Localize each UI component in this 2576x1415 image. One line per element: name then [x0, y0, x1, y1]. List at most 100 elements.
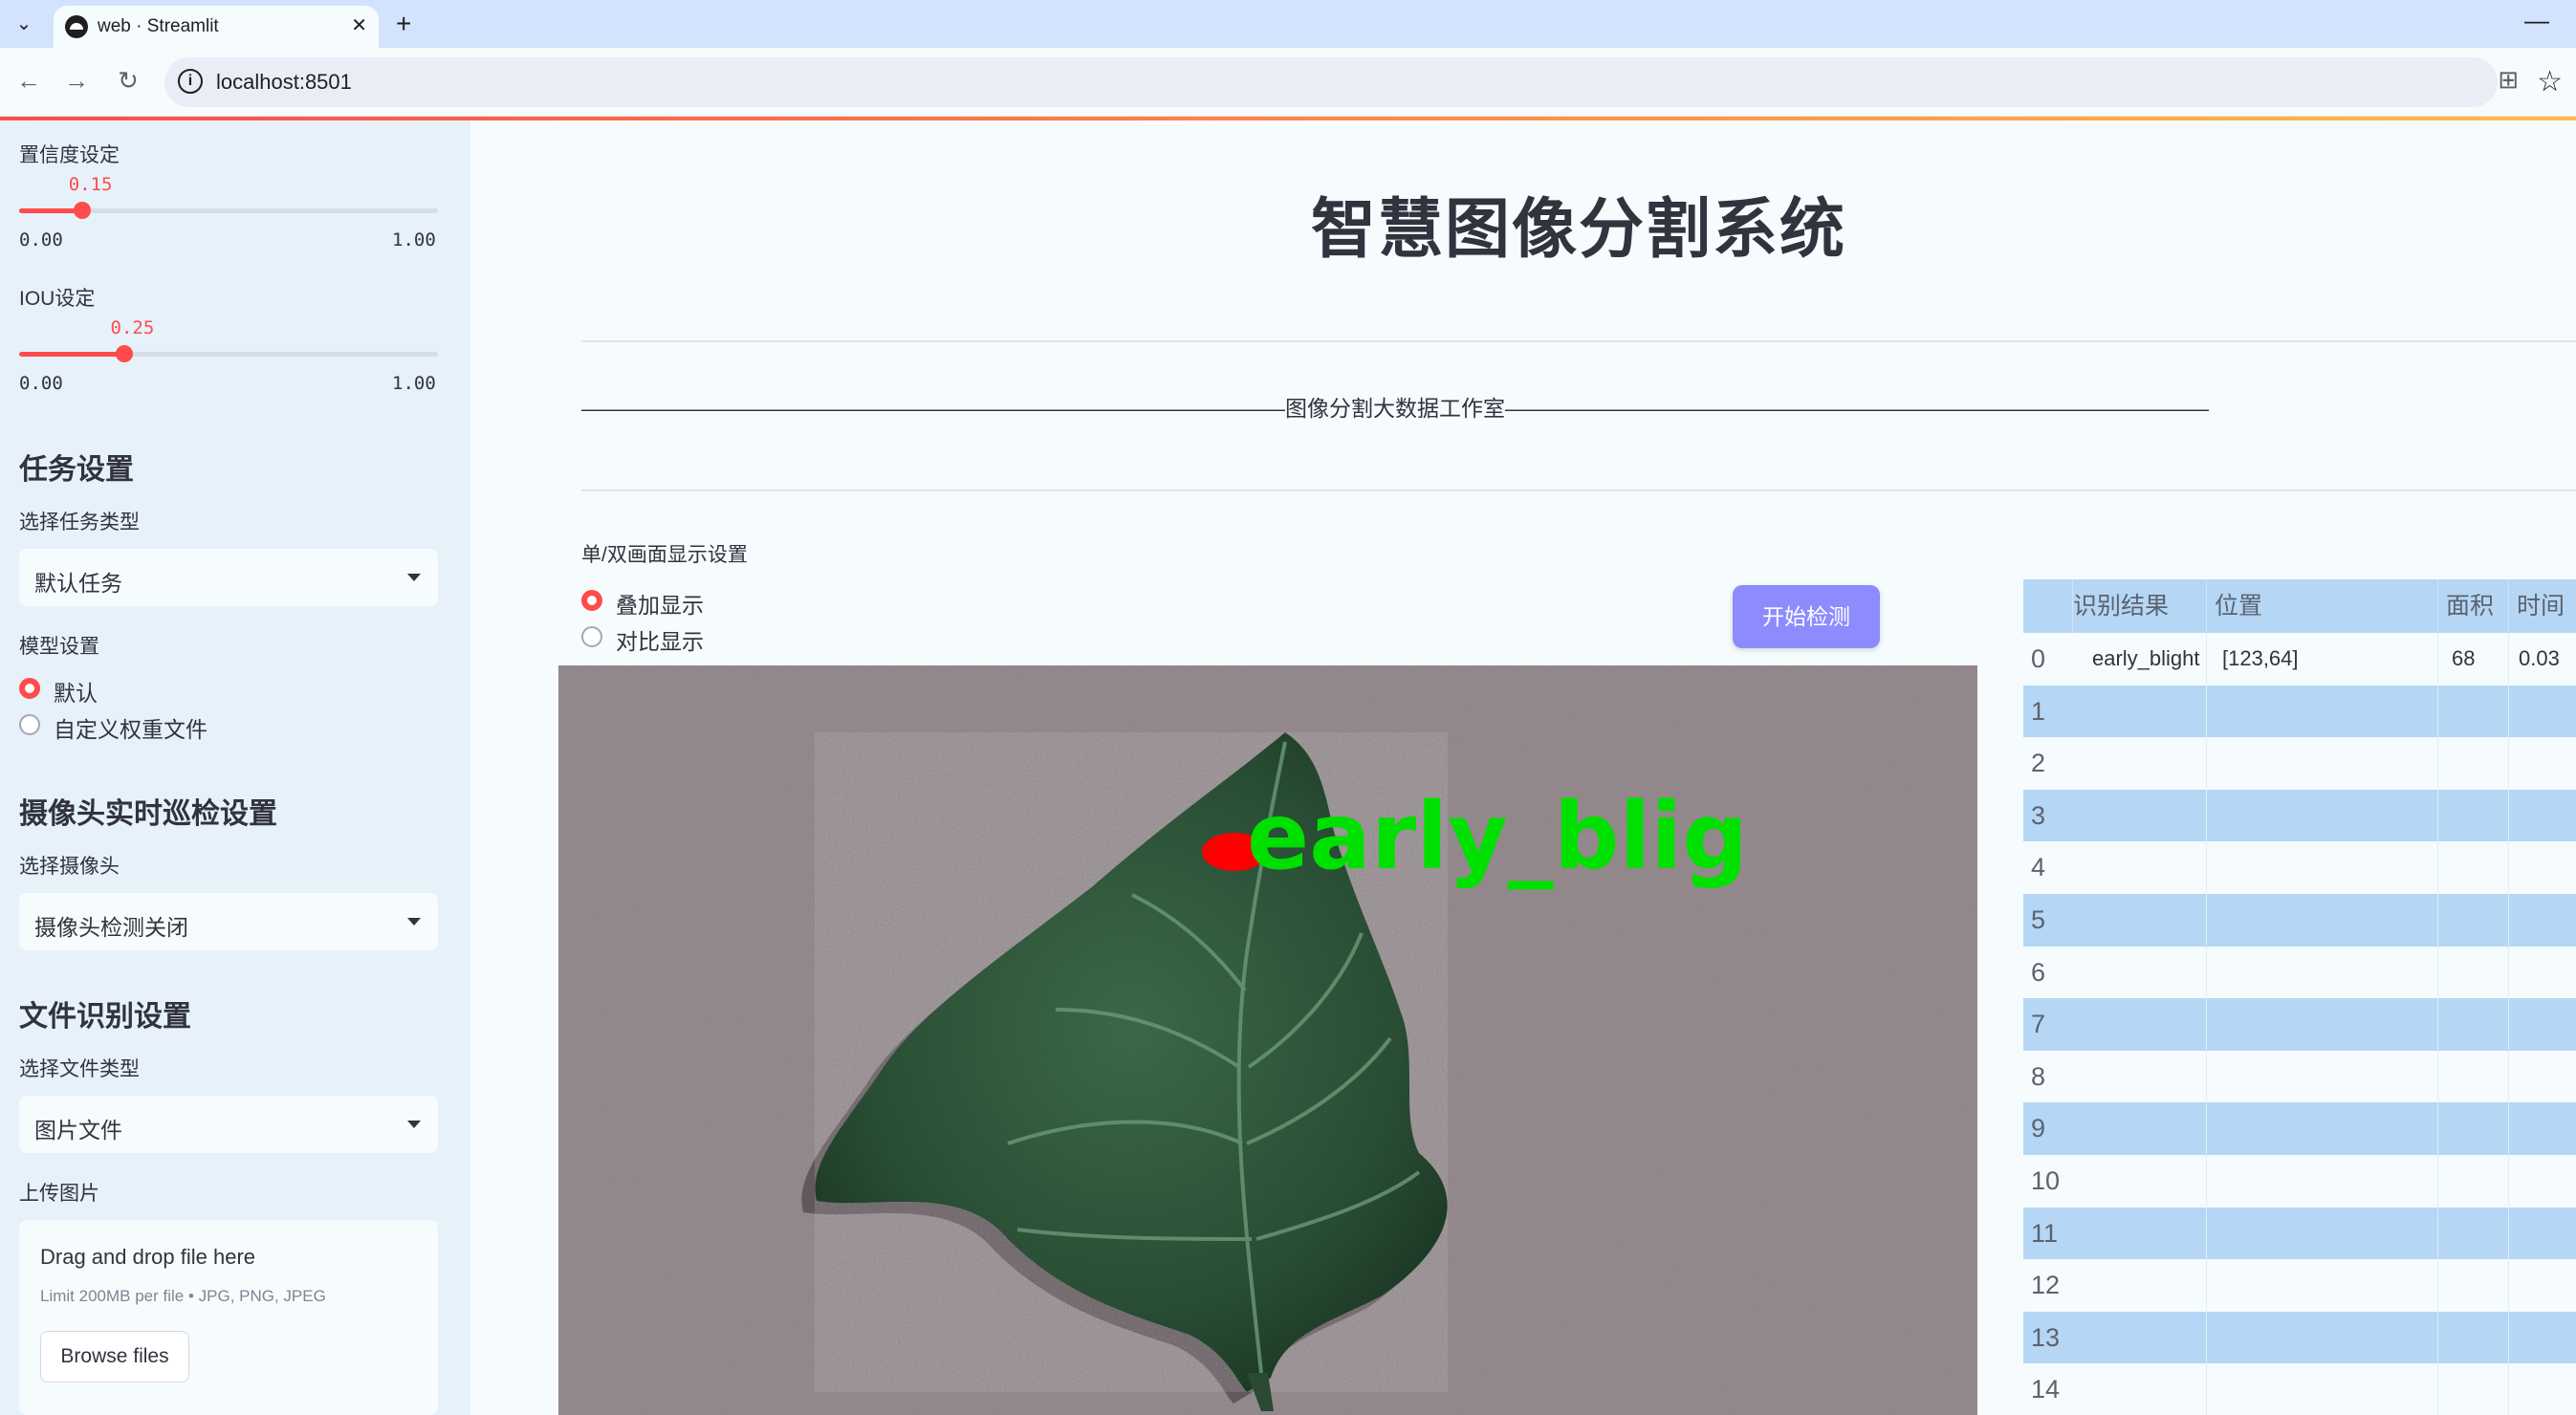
radio-unselected-icon[interactable] — [19, 714, 40, 735]
table-row[interactable]: 11 — [2023, 1207, 2576, 1260]
table-cell-time — [2509, 1208, 2576, 1259]
tab-title: web · Streamlit — [98, 16, 219, 36]
url-text[interactable]: localhost:8501 — [216, 70, 352, 95]
table-cell-area — [2438, 1207, 2509, 1259]
table-row[interactable]: 10 — [2023, 1155, 2576, 1208]
iou-min: 0.00 — [19, 373, 63, 394]
table-row[interactable]: 9 — [2023, 1102, 2576, 1155]
table-cell-result — [2073, 894, 2207, 946]
leaf-image: early_blig — [558, 665, 1977, 1415]
iou-max: 1.00 — [392, 373, 436, 394]
table-row[interactable]: 5 — [2023, 894, 2576, 947]
column-header-position[interactable]: 位置 — [2207, 579, 2438, 633]
browser-toolbar: ← → ↻ i localhost:8501 ⊞ ☆ — [0, 48, 2576, 117]
table-row[interactable]: 7 — [2023, 998, 2576, 1051]
address-bar[interactable]: i localhost:8501 — [164, 57, 2498, 107]
translate-icon[interactable]: ⊞ — [2498, 65, 2519, 95]
table-row[interactable]: 0 early_blight [123,64] 68 0.03 — [2023, 633, 2576, 686]
back-arrow-icon[interactable]: ← — [11, 63, 46, 98]
file-dropzone[interactable]: Drag and drop file here Limit 200MB per … — [19, 1220, 438, 1415]
column-header-area[interactable]: 面积 — [2438, 579, 2509, 633]
column-header-time[interactable]: 时间 — [2509, 579, 2576, 633]
table-row[interactable]: 6 — [2023, 946, 2576, 999]
table-cell-time — [2509, 947, 2576, 998]
column-header-result[interactable]: 识别结果 — [2073, 579, 2207, 633]
camera-select[interactable]: 摄像头检测关闭 — [19, 893, 438, 950]
table-row[interactable]: 4 — [2023, 841, 2576, 894]
table-cell-area — [2438, 1155, 2509, 1207]
iou-label: IOU设定 — [19, 288, 96, 310]
table-cell-area — [2438, 894, 2509, 946]
reload-icon[interactable]: ↻ — [111, 63, 145, 98]
table-cell-index: 13 — [2031, 1322, 2061, 1352]
table-cell-time — [2509, 998, 2576, 1050]
table-cell-result — [2073, 1363, 2207, 1415]
table-cell-index: 5 — [2031, 905, 2046, 934]
table-row[interactable]: 12 — [2023, 1259, 2576, 1312]
table-cell-area — [2438, 1102, 2509, 1155]
table-cell-position — [2207, 841, 2438, 894]
table-cell-result — [2073, 946, 2207, 998]
tab-list-chevron-icon[interactable]: ⌄ — [10, 8, 38, 40]
table-cell-position — [2207, 998, 2438, 1051]
radio-selected-icon[interactable] — [581, 590, 602, 611]
table-row[interactable]: 2 — [2023, 737, 2576, 790]
table-cell-index: 4 — [2031, 853, 2046, 882]
table-cell-position — [2207, 1155, 2438, 1207]
column-header-index — [2023, 579, 2073, 633]
streamlit-favicon-icon — [65, 15, 88, 38]
camera-select-value: 摄像头检测关闭 — [34, 915, 188, 940]
radio-unselected-icon[interactable] — [581, 626, 602, 647]
table-cell-area — [2438, 789, 2509, 841]
iou-slider-thumb[interactable] — [115, 345, 133, 362]
results-table[interactable]: 识别结果 位置 面积 时间 0 early_blight [123,64] 68 0.0… — [2023, 579, 2576, 1415]
confidence-slider-thumb[interactable] — [73, 202, 91, 219]
page-title: 智慧图像分割系统 — [1310, 193, 1846, 266]
close-tab-icon[interactable]: ✕ — [351, 13, 367, 37]
chevron-down-icon — [407, 918, 421, 925]
file-settings-heading: 文件识别设置 — [19, 1001, 191, 1033]
iou-slider[interactable] — [19, 345, 438, 362]
table-cell-index: 0 — [2031, 644, 2046, 673]
browser-tab[interactable]: web · Streamlit ✕ — [54, 6, 379, 48]
forward-arrow-icon[interactable]: → — [59, 63, 94, 98]
confidence-slider[interactable] — [19, 202, 438, 219]
table-cell-result — [2073, 1207, 2207, 1259]
table-cell-position — [2207, 1102, 2438, 1155]
table-cell-result — [2073, 737, 2207, 790]
main-content: 智慧图像分割系统 ———————————————————————————————… — [470, 120, 2576, 1415]
divider — [581, 340, 2576, 342]
table-cell-index: 11 — [2031, 1218, 2059, 1248]
start-detection-button[interactable]: 开始检测 — [1733, 585, 1880, 648]
table-cell-result — [2073, 1050, 2207, 1102]
table-cell-position — [2207, 685, 2438, 737]
detection-result-image: early_blig — [558, 665, 1977, 1415]
site-info-icon[interactable]: i — [178, 69, 203, 94]
browse-files-button[interactable]: Browse files — [40, 1331, 189, 1382]
table-row[interactable]: 8 — [2023, 1050, 2576, 1103]
table-cell-index: 2 — [2031, 749, 2046, 778]
table-cell-area — [2438, 685, 2509, 737]
bookmark-star-icon[interactable]: ☆ — [2537, 65, 2563, 98]
chevron-down-icon — [407, 1121, 421, 1128]
confidence-slider-fill — [19, 208, 82, 213]
table-row[interactable]: 14 — [2023, 1363, 2576, 1415]
minimize-window-icon[interactable]: — — [2524, 6, 2549, 35]
table-cell-area — [2438, 1259, 2509, 1312]
table-cell-time — [2509, 841, 2576, 893]
table-row[interactable]: 13 — [2023, 1311, 2576, 1364]
confidence-slider-value: 0.15 — [68, 174, 113, 195]
file-type-select[interactable]: 图片文件 — [19, 1096, 438, 1153]
table-row[interactable]: 3 — [2023, 789, 2576, 842]
task-type-select[interactable]: 默认任务 — [19, 549, 438, 606]
studio-banner: ————————————————————————————————图像分割大数据工… — [581, 396, 2209, 421]
radio-selected-icon[interactable] — [19, 678, 40, 699]
table-row[interactable]: 1 — [2023, 685, 2576, 738]
confidence-min: 0.00 — [19, 229, 63, 250]
table-cell-result — [2073, 841, 2207, 894]
model-settings-label: 模型设置 — [19, 636, 99, 658]
table-cell-position — [2207, 1311, 2438, 1363]
table-cell-time — [2509, 790, 2576, 841]
upload-label: 上传图片 — [19, 1183, 99, 1205]
new-tab-icon[interactable]: + — [396, 8, 411, 40]
